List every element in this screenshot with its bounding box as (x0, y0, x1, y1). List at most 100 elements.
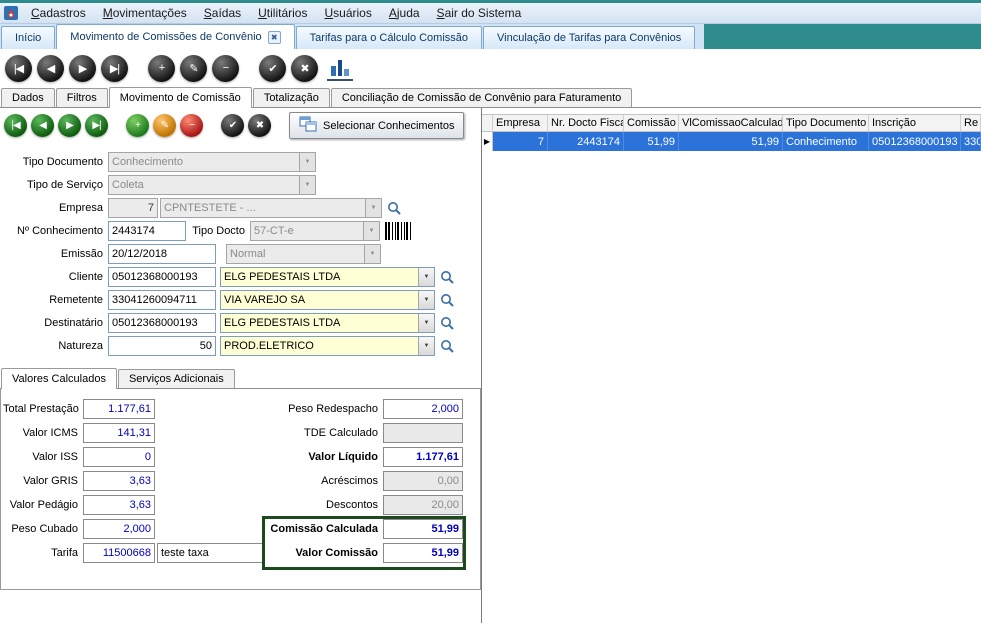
valor-icms-field[interactable]: 141,31 (83, 423, 155, 443)
value-row-tarifa: Tarifa 11500668 teste taxa (3, 543, 265, 563)
record-nav-first-button[interactable]: |◀ (4, 114, 27, 137)
valor-iss-field[interactable]: 0 (83, 447, 155, 467)
cell-inscricao: 05012368000193 (869, 132, 961, 151)
remetente-name-combo[interactable]: VIA VAREJO SA ▼ (220, 290, 435, 310)
descontos-label: Descontos (326, 499, 378, 511)
valor-comissao-field[interactable]: 51,99 (383, 543, 463, 563)
search-icon[interactable] (385, 199, 403, 217)
grid-col-vlcomissaocalculado[interactable]: VlComissaoCalculado (679, 115, 783, 131)
cliente-name-combo[interactable]: ELG PEDESTAIS LTDA ▼ (220, 267, 435, 287)
destinatario-label: Destinatário (44, 317, 103, 329)
nav-first-button[interactable]: |◀ (5, 54, 32, 82)
conhecimentos-grid: Empresa Nr. Docto Fiscal Comissão VlComi… (482, 108, 981, 623)
search-icon[interactable] (438, 268, 456, 286)
menu-ajuda[interactable]: Ajuda (381, 4, 428, 22)
selecionar-conhecimentos-button[interactable]: Selecionar Conhecimentos (289, 112, 465, 139)
tab-movimento-comissoes-convenio[interactable]: Movimento de Comissões de Convênio ✖ (56, 24, 295, 49)
search-icon[interactable] (438, 314, 456, 332)
total-prestacao-field[interactable]: 1.177,61 (83, 399, 155, 419)
remetente-code-field[interactable]: 33041260094711 (108, 290, 216, 310)
grid-col-inscricao[interactable]: Inscrição (869, 115, 961, 131)
form-row-empresa: Empresa 7 CPNTESTETE - ... ▼ (0, 198, 481, 218)
peso-cubado-field[interactable]: 2,000 (83, 519, 155, 539)
record-confirm-button[interactable]: ✔ (221, 114, 244, 137)
emissao-date-field[interactable]: 20/12/2018 (108, 244, 216, 264)
tab-inicio[interactable]: Início (1, 26, 56, 49)
row-marker-icon: ▶ (482, 132, 493, 151)
menu-movimentacoes[interactable]: Movimentações (95, 4, 195, 22)
cliente-code-value: 05012368000193 (112, 271, 198, 283)
valor-gris-field[interactable]: 3,63 (83, 471, 155, 491)
tipo-documento-label: Tipo Documento (22, 156, 103, 168)
nav-next-button[interactable]: ▶ (69, 54, 96, 82)
grid-col-tipo-documento[interactable]: Tipo Documento (783, 115, 869, 131)
grid-col-comissao[interactable]: Comissão (624, 115, 679, 131)
tab-servicos-adicionais[interactable]: Serviços Adicionais (117, 369, 235, 388)
cliente-label: Cliente (68, 271, 103, 283)
cliente-code-field[interactable]: 05012368000193 (108, 267, 216, 287)
destinatario-name-combo[interactable]: ELG PEDESTAIS LTDA ▼ (220, 313, 435, 333)
valor-gris-label: Valor GRIS (23, 475, 78, 487)
tarifa-descricao-field[interactable]: teste taxa (157, 543, 263, 563)
tipo-servico-label: Tipo de Serviço (26, 179, 103, 191)
valor-comissao-label: Valor Comissão (295, 547, 378, 559)
grid-col-re[interactable]: Re (961, 115, 981, 131)
record-cancel-button[interactable]: ✖ (248, 114, 271, 137)
tab-filtros[interactable]: Filtros (55, 88, 108, 107)
tab-valores-calculados[interactable]: Valores Calculados (1, 368, 117, 389)
tab-vinculacao-tarifas-convenios[interactable]: Vinculação de Tarifas para Convênios (483, 26, 696, 49)
nav-prev-button[interactable]: ◀ (37, 54, 64, 82)
menu-saidas[interactable]: Saídas (196, 4, 249, 22)
valor-pedagio-label: Valor Pedágio (9, 499, 78, 511)
tab-dados[interactable]: Dados (1, 88, 55, 107)
destinatario-code-field[interactable]: 05012368000193 (108, 313, 216, 333)
add-button[interactable]: + (148, 54, 175, 82)
chevron-down-icon[interactable]: ▼ (418, 314, 434, 332)
record-nav-next-button[interactable]: ▶ (58, 114, 81, 137)
search-icon[interactable] (438, 291, 456, 309)
n-conhecimento-field[interactable]: 2443174 (108, 221, 186, 241)
natureza-code-field[interactable]: 50 (108, 336, 216, 356)
tab-conciliacao[interactable]: Conciliação de Comissão de Convênio para… (330, 88, 633, 107)
menu-sair-do-sistema[interactable]: Sair do Sistema (429, 4, 530, 22)
valor-pedagio-field[interactable]: 3,63 (83, 495, 155, 515)
record-edit-button[interactable]: ✎ (153, 114, 176, 137)
record-nav-prev-button[interactable]: ◀ (31, 114, 54, 137)
chevron-down-icon[interactable]: ▼ (418, 291, 434, 309)
nav-last-button[interactable]: ▶| (101, 54, 128, 82)
menu-usuarios[interactable]: Usuários (316, 4, 379, 22)
form-row-conhecimento: Nº Conhecimento 2443174 Tipo Docto 57-CT… (0, 221, 481, 241)
cell-re: 330 (961, 132, 981, 151)
tarifa-code-field[interactable]: 11500668 (83, 543, 155, 563)
natureza-name-combo[interactable]: PROD.ELETRICO ▼ (220, 336, 435, 356)
chevron-down-icon: ▼ (299, 176, 315, 194)
menu-cadastros[interactable]: Cadastros (23, 4, 94, 22)
tab-totalizacao[interactable]: Totalização (252, 88, 330, 107)
record-add-button[interactable]: + (126, 114, 149, 137)
tab-movimento-de-comissao[interactable]: Movimento de Comissão (108, 87, 252, 108)
cancel-button[interactable]: ✖ (291, 54, 318, 82)
tab-tarifas-calculo-comissao[interactable]: Tarifas para o Cálculo Comissão (295, 26, 483, 49)
grid-row-selected[interactable]: ▶ 7 2443174 51,99 51,99 Conhecimento 050… (482, 132, 981, 151)
close-icon[interactable]: ✖ (267, 30, 281, 44)
comissao-calculada-field[interactable]: 51,99 (383, 519, 463, 539)
delete-button[interactable]: − (212, 54, 239, 82)
record-nav-last-button[interactable]: ▶| (85, 114, 108, 137)
chevron-down-icon[interactable]: ▼ (418, 337, 434, 355)
record-delete-button[interactable]: − (180, 114, 203, 137)
value-row-acrescimos: Acréscimos 0,00 (265, 471, 463, 491)
content-area: |◀ ◀ ▶ ▶| + ✎ − ✔ ✖ Selecionar Conhecime… (0, 108, 981, 623)
grid-col-nr-docto-fiscal[interactable]: Nr. Docto Fiscal (548, 115, 624, 131)
chevron-down-icon[interactable]: ▼ (418, 268, 434, 286)
confirm-button[interactable]: ✔ (259, 54, 286, 82)
emissao-tipo-combo: Normal ▼ (226, 244, 381, 264)
search-icon[interactable] (438, 337, 456, 355)
value-row-valor-pedagio: Valor Pedágio 3,63 (3, 495, 265, 515)
grid-col-empresa[interactable]: Empresa (493, 115, 548, 131)
menu-utilitarios[interactable]: Utilitários (250, 4, 315, 22)
edit-button[interactable]: ✎ (180, 54, 207, 82)
tab-label: Vinculação de Tarifas para Convênios (497, 32, 682, 44)
values-left-column: Total Prestação 1.177,61 Valor ICMS 141,… (3, 399, 265, 567)
peso-redespacho-field[interactable]: 2,000 (383, 399, 463, 419)
chart-icon[interactable] (327, 55, 353, 81)
